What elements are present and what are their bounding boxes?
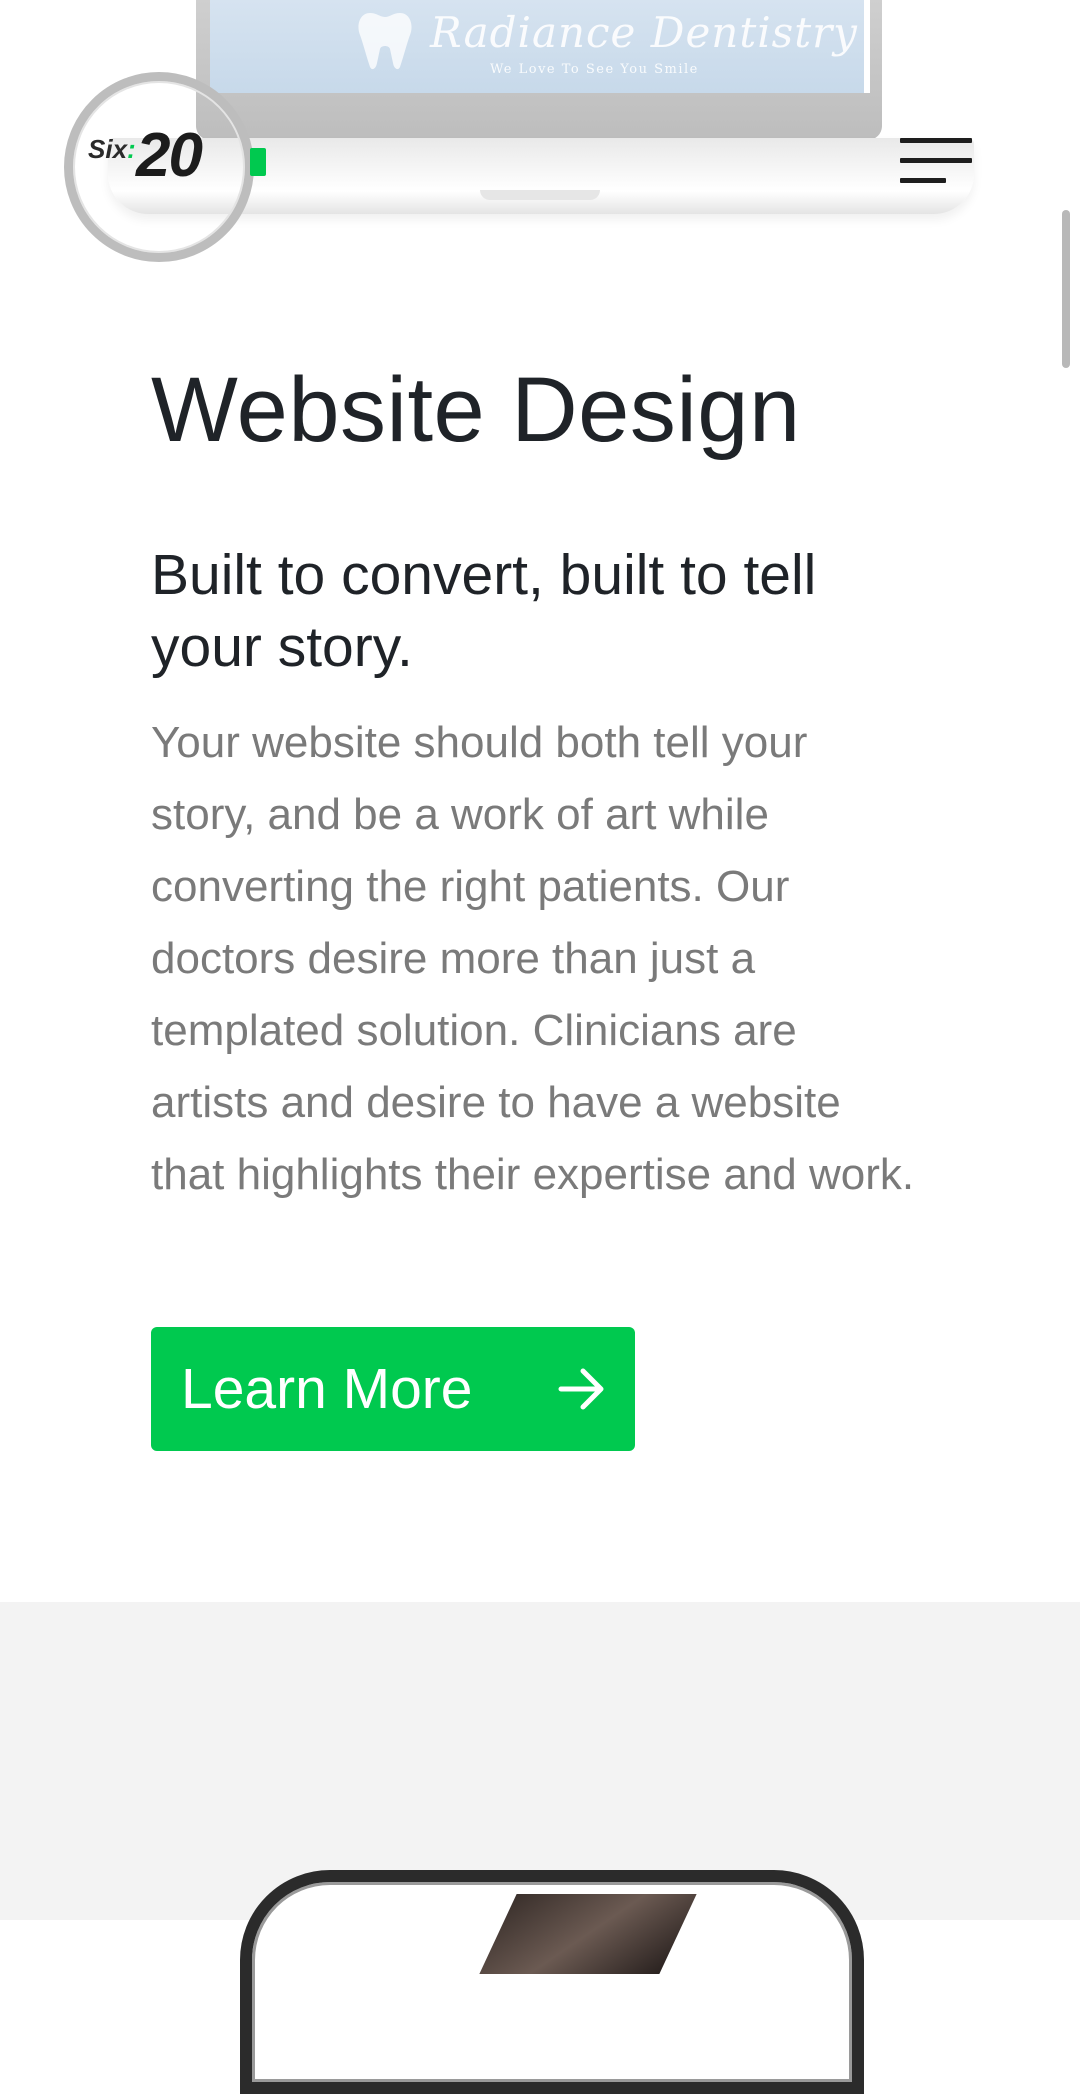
next-section: [0, 1602, 1080, 2094]
tooth-logo-icon: [358, 13, 412, 70]
phone-mockup-image: [240, 1870, 864, 2094]
phone-screen-photo: [479, 1894, 697, 1974]
screen-brand-text: Radiance Dentistry: [430, 8, 858, 57]
logo-twenty-text: 20: [136, 121, 203, 190]
arrow-right-icon: [558, 1368, 604, 1410]
laptop-screen: Radiance Dentistry We Love To See You Sm…: [210, 0, 870, 93]
learn-more-button[interactable]: Learn More: [151, 1327, 635, 1451]
logo-six-text: Six:: [88, 134, 136, 165]
learn-more-label: Learn More: [181, 1357, 473, 1421]
website-design-section: Website Design Built to convert, built t…: [151, 359, 914, 1211]
section-body-text: Your website should both tell your story…: [151, 718, 915, 1200]
screen-tagline-text: We Love To See You Smile: [490, 62, 699, 77]
site-logo[interactable]: Six: 20: [64, 72, 266, 262]
scrollbar-thumb[interactable]: [1062, 210, 1070, 368]
logo-colon: :: [127, 134, 136, 164]
menu-line-middle: [900, 158, 972, 163]
section-subtitle: Built to convert, built to tell your sto…: [151, 543, 817, 680]
logo-green-bar: [250, 148, 266, 176]
page-title: Website Design: [151, 359, 801, 461]
logo-six-word: Six: [88, 134, 128, 164]
laptop-notch: [480, 190, 600, 200]
hamburger-menu-icon[interactable]: [900, 138, 976, 184]
menu-line-top: [900, 138, 972, 143]
menu-line-bottom: [900, 178, 946, 183]
